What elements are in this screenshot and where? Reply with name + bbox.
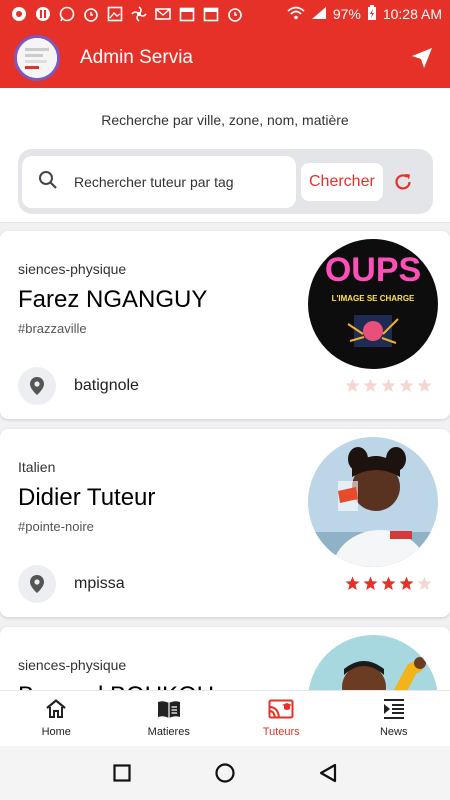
nav-news[interactable]: News [338, 691, 450, 746]
tutor-photo[interactable] [308, 437, 438, 567]
notification-icons [10, 6, 287, 22]
alarm-icon [226, 6, 244, 22]
mail-icon [154, 6, 172, 22]
tutor-tag: #pointe-noire [18, 519, 94, 534]
signal-icon [311, 6, 327, 23]
location-pin-icon [18, 565, 56, 603]
news-icon [383, 699, 405, 723]
bottom-navigation: Home Matieres Tuteurs News [0, 690, 450, 746]
record-icon [10, 6, 28, 22]
search-input[interactable] [74, 173, 284, 190]
calendar-icon [178, 6, 196, 22]
nav-home[interactable]: Home [0, 691, 113, 746]
search-field[interactable] [22, 155, 296, 208]
star-icon [417, 378, 432, 392]
rating-stars [345, 576, 432, 591]
book-icon [157, 699, 181, 723]
photo-loading-subtitle: L'IMAGE SE CHARGE [332, 294, 415, 303]
back-button[interactable] [313, 758, 343, 788]
tutor-subject: Italien [18, 459, 56, 475]
nav-matieres-label: Matieres [147, 726, 190, 738]
star-icon [363, 378, 378, 392]
tutor-name: Bernard BOUKOU [18, 682, 214, 690]
location-pin-icon [18, 367, 56, 405]
app-bar: Admin Servia [0, 28, 450, 88]
system-navigation-bar [0, 746, 450, 800]
nav-tuteurs-label: Tuteurs [262, 726, 300, 738]
whatsapp-icon [58, 6, 76, 22]
star-icon [345, 576, 360, 590]
battery-percent: 97% [332, 6, 361, 22]
rating-stars [345, 378, 432, 393]
alarm-icon [82, 6, 100, 22]
status-bar: 97% 10:28 AM [0, 0, 450, 28]
battery-charging-icon [367, 4, 377, 24]
app-title: Admin Servia [80, 47, 193, 68]
tutor-card[interactable]: siences-physique Bernard BOUKOU [0, 627, 450, 690]
star-icon [381, 576, 396, 590]
tutor-photo[interactable]: OUPS L'IMAGE SE CHARGE [308, 239, 438, 369]
star-icon [345, 378, 360, 392]
tutor-subject: siences-physique [18, 261, 127, 277]
tutor-subject: siences-physique [18, 657, 127, 673]
photo-loading-title: OUPS [325, 251, 421, 289]
wifi-icon [287, 6, 305, 23]
tutor-tag: #brazzaville [18, 321, 87, 336]
search-bar: Chercher [18, 149, 433, 214]
avatar[interactable] [14, 35, 60, 81]
tutor-location: mpissa [74, 575, 125, 592]
cast-icon [268, 699, 294, 723]
tutor-photo[interactable] [308, 635, 438, 690]
tutor-card[interactable]: siences-physique Farez NGANGUY #brazzavi… [0, 231, 450, 419]
tutor-name: Farez NGANGUY [18, 286, 208, 313]
tutor-name: Didier Tuteur [18, 484, 156, 511]
navigation-arrow-icon[interactable] [408, 44, 436, 72]
star-icon [417, 576, 432, 590]
fan-icon [130, 6, 148, 22]
nav-news-label: News [379, 726, 408, 738]
home-icon [45, 699, 67, 723]
nav-home-label: Home [41, 726, 71, 738]
nav-tuteurs[interactable]: Tuteurs [225, 691, 338, 746]
nav-matieres[interactable]: Matieres [113, 691, 226, 746]
tutor-card[interactable]: Italien Didier Tuteur #pointe-noire mpis… [0, 429, 450, 617]
avatar-image [17, 38, 57, 78]
clock: 10:28 AM [382, 6, 442, 22]
image-icon [106, 6, 124, 22]
tutor-location: batignole [74, 377, 139, 394]
search-button[interactable]: Chercher [301, 162, 383, 201]
pause-icon [34, 6, 52, 22]
star-icon [381, 378, 396, 392]
tutor-list[interactable]: siences-physique Farez NGANGUY #brazzavi… [0, 223, 450, 690]
refresh-icon[interactable] [391, 170, 415, 194]
recents-button[interactable] [107, 758, 137, 788]
home-button[interactable] [210, 758, 240, 788]
search-hint: Recherche par ville, zone, nom, matière [101, 112, 349, 128]
calendar-icon [202, 6, 220, 22]
star-icon [363, 576, 378, 590]
search-icon [38, 170, 58, 194]
star-icon [399, 378, 414, 392]
star-icon [399, 576, 414, 590]
